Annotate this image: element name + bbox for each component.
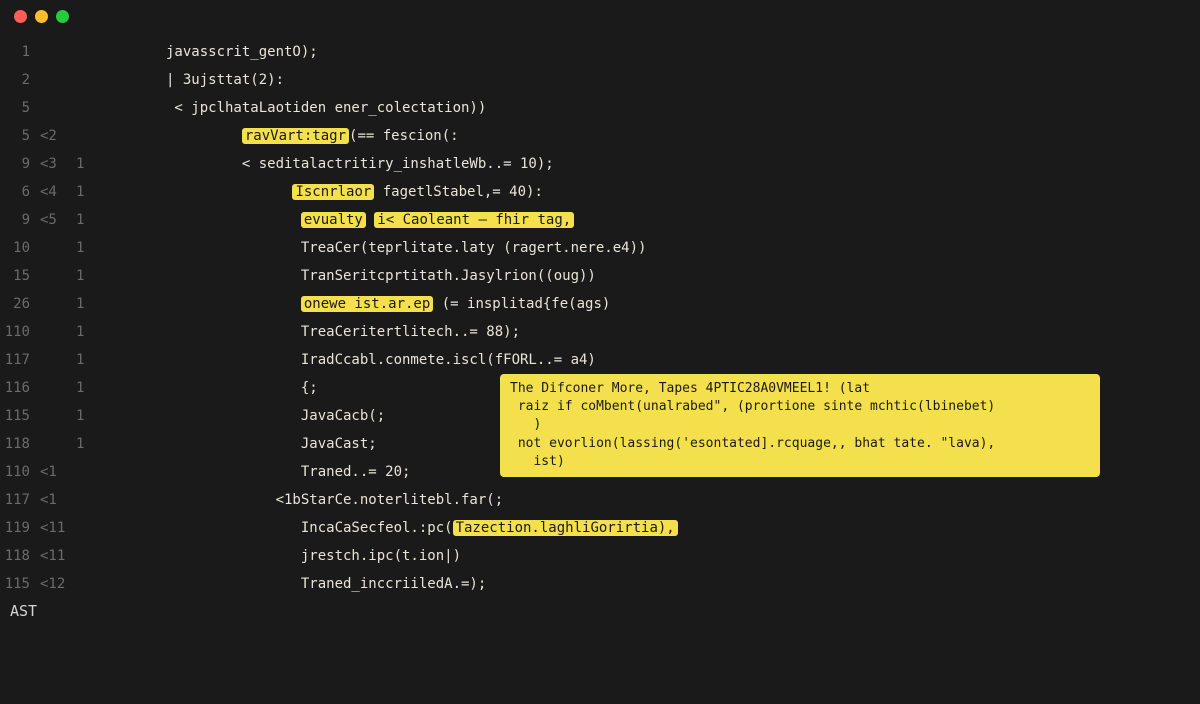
code-text: TreaCer(teprlitate.laty (ragert.nere.e4)… bbox=[166, 234, 646, 262]
fold-marker: <11 bbox=[40, 514, 76, 542]
code-line[interactable]: 1 javasscrit_gentO); bbox=[0, 38, 1200, 66]
line-number: 117 bbox=[0, 486, 40, 514]
code-text: ravVart:tagr(== fescion(: bbox=[166, 122, 459, 150]
code-text: jrestch.ipc(t.ion|) bbox=[166, 542, 461, 570]
code-text: JavaCast; bbox=[166, 430, 377, 458]
titlebar bbox=[0, 0, 1200, 32]
code-text: TranSeritcprtitath.Jasylrion((oug)) bbox=[166, 262, 596, 290]
indent-guide: 1 bbox=[76, 374, 166, 402]
indent-guide: 1 bbox=[76, 430, 166, 458]
code-line[interactable]: 117<1 <1bStarCe.noterlitebl.far(; bbox=[0, 486, 1200, 514]
code-line[interactable]: 119<11 IncaCaSecfeol.:pc(Tazection.laghl… bbox=[0, 514, 1200, 542]
highlight: i< Caoleant — fhir tag, bbox=[374, 212, 574, 228]
line-number: 2 bbox=[0, 66, 40, 94]
line-number: 5 bbox=[0, 94, 40, 122]
indent-guide: 1 bbox=[76, 234, 166, 262]
code-line[interactable]: 2 | 3ujsttat(2): bbox=[0, 66, 1200, 94]
line-number: 115 bbox=[0, 570, 40, 598]
indent-guide: 1 bbox=[76, 318, 166, 346]
line-number: 118 bbox=[0, 542, 40, 570]
line-number: 5 bbox=[0, 122, 40, 150]
line-number: 116 bbox=[0, 374, 40, 402]
line-number: 1 bbox=[0, 38, 40, 66]
code-text: evualty i< Caoleant — fhir tag, bbox=[166, 206, 574, 234]
highlight: ravVart:tagr bbox=[242, 128, 349, 144]
code-text: < jpclhataLaotiden ener_colectation)) bbox=[166, 94, 486, 122]
status-label: AST bbox=[0, 602, 1200, 620]
code-line[interactable]: 9<51 evualty i< Caoleant — fhir tag, bbox=[0, 206, 1200, 234]
code-editor[interactable]: 1javasscrit_gentO);2| 3ujsttat(2):5 < jp… bbox=[0, 32, 1200, 598]
fold-marker: <1 bbox=[40, 458, 76, 486]
line-number: 10 bbox=[0, 234, 40, 262]
code-line[interactable]: 26 1 onewe ist.ar.ep (= insplitad{fe(ags) bbox=[0, 290, 1200, 318]
editor-window: 1javasscrit_gentO);2| 3ujsttat(2):5 < jp… bbox=[0, 0, 1200, 704]
line-number: 115 bbox=[0, 402, 40, 430]
code-text: <1bStarCe.noterlitebl.far(; bbox=[166, 486, 503, 514]
indent-guide: 1 bbox=[76, 262, 166, 290]
line-number: 118 bbox=[0, 430, 40, 458]
code-text: onewe ist.ar.ep (= insplitad{fe(ags) bbox=[166, 290, 610, 318]
fold-marker: <4 bbox=[40, 178, 76, 206]
minimize-icon[interactable] bbox=[35, 10, 48, 23]
line-number: 9 bbox=[0, 206, 40, 234]
code-text: JavaCacb(; bbox=[166, 402, 385, 430]
hover-tooltip: The Difconer More, Tapes 4PTIC28A0VMEEL1… bbox=[500, 374, 1100, 477]
line-number: 26 bbox=[0, 290, 40, 318]
fold-marker: <3 bbox=[40, 150, 76, 178]
code-text: IncaCaSecfeol.:pc(Tazection.laghliGorirt… bbox=[166, 514, 678, 542]
code-text: javasscrit_gentO); bbox=[166, 38, 318, 66]
highlight: evualty bbox=[301, 212, 366, 228]
code-line[interactable]: 10 1 TreaCer(teprlitate.laty (ragert.nere… bbox=[0, 234, 1200, 262]
code-text: IradCcabl.conmete.iscl(fFORL..= a4) bbox=[166, 346, 596, 374]
indent-guide: 1 bbox=[76, 402, 166, 430]
highlight: onewe ist.ar.ep bbox=[301, 296, 433, 312]
fold-marker: <12 bbox=[40, 570, 76, 598]
fold-marker: <1 bbox=[40, 486, 76, 514]
close-icon[interactable] bbox=[14, 10, 27, 23]
line-number: 110 bbox=[0, 458, 40, 486]
indent-guide: 1 bbox=[76, 290, 166, 318]
code-line[interactable]: 117 1 IradCcabl.conmete.iscl(fFORL..= a4) bbox=[0, 346, 1200, 374]
indent-guide: 1 bbox=[76, 206, 166, 234]
code-line[interactable]: 118<11 jrestch.ipc(t.ion|) bbox=[0, 542, 1200, 570]
code-line[interactable]: 9<31 < seditalactritiry_inshatleWb..= 10… bbox=[0, 150, 1200, 178]
code-line[interactable]: 5<2 ravVart:tagr(== fescion(: bbox=[0, 122, 1200, 150]
fold-marker: <5 bbox=[40, 206, 76, 234]
fold-marker: <11 bbox=[40, 542, 76, 570]
code-line[interactable]: 115<12 Traned_inccriiledA.=); bbox=[0, 570, 1200, 598]
code-line[interactable]: 110 1 TreaCeritertlitech..= 88); bbox=[0, 318, 1200, 346]
code-text: Traned..= 20; bbox=[166, 458, 410, 486]
line-number: 117 bbox=[0, 346, 40, 374]
highlight: Tazection.laghliGorirtia), bbox=[453, 520, 678, 536]
indent-guide: 1 bbox=[76, 150, 166, 178]
code-text: Traned_inccriiledA.=); bbox=[166, 570, 486, 598]
code-text: | 3ujsttat(2): bbox=[166, 66, 284, 94]
line-number: 110 bbox=[0, 318, 40, 346]
indent-guide: 1 bbox=[76, 346, 166, 374]
highlight: Iscnrlaor bbox=[292, 184, 374, 200]
code-text: {; bbox=[166, 374, 318, 402]
line-number: 119 bbox=[0, 514, 40, 542]
line-number: 6 bbox=[0, 178, 40, 206]
code-line[interactable]: 6<41 Iscnrlaor fagetlStabel,= 40): bbox=[0, 178, 1200, 206]
fold-marker: <2 bbox=[40, 122, 76, 150]
code-line[interactable]: 1161 {;The Difconer More, Tapes 4PTIC28A… bbox=[0, 374, 1200, 402]
line-number: 15 bbox=[0, 262, 40, 290]
code-line[interactable]: 5 < jpclhataLaotiden ener_colectation)) bbox=[0, 94, 1200, 122]
code-text: Iscnrlaor fagetlStabel,= 40): bbox=[166, 178, 543, 206]
code-text: TreaCeritertlitech..= 88); bbox=[166, 318, 520, 346]
indent-guide: 1 bbox=[76, 178, 166, 206]
line-number: 9 bbox=[0, 150, 40, 178]
code-text: < seditalactritiry_inshatleWb..= 10); bbox=[166, 150, 554, 178]
code-line[interactable]: 15 1 TranSeritcprtitath.Jasylrion((oug)) bbox=[0, 262, 1200, 290]
zoom-icon[interactable] bbox=[56, 10, 69, 23]
